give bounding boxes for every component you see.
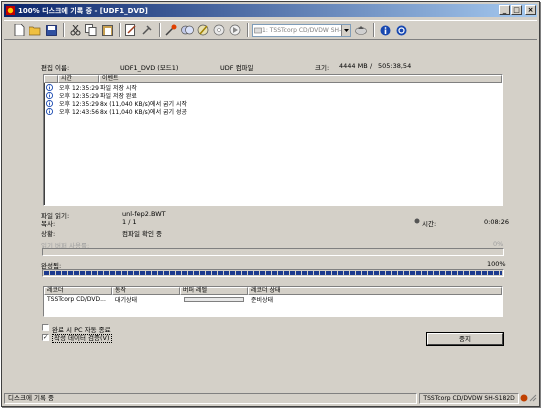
complete-percent: 100% <box>487 260 506 268</box>
title-bar[interactable]: 100% 디스크에 기록 중 - [UDF1_DVD] _ □ × <box>4 4 537 17</box>
close-button[interactable]: × <box>525 5 536 15</box>
size-label: 크기: <box>315 64 330 72</box>
edit-name-value: UDF1_DVD (모드1) <box>120 64 179 72</box>
drive-select[interactable]: 1: TSSTcorp CD/DVDW SH-S182D <box>252 23 351 37</box>
toolbar-separator <box>159 23 161 37</box>
shutdown-checkbox[interactable] <box>42 324 49 331</box>
recorder-header-recorder[interactable]: 레코더 <box>44 287 112 295</box>
event-log[interactable]: 시간 이벤트 오후 12:35:29 파일 저장 시작 오후 12:35:29 파일 … <box>43 74 503 206</box>
drive-select-value: 1: TSSTcorp CD/DVDW SH-S182D <box>262 26 341 34</box>
log-header-icon-col <box>44 75 58 83</box>
minimize-button[interactable]: _ <box>499 5 510 15</box>
disc-status-icon <box>520 394 528 402</box>
toolbar-separator <box>119 23 121 37</box>
log-row[interactable]: 오후 12:43:56 8x (11,040 KB/s)에서 굽기 성공 <box>44 107 502 116</box>
status-bar-message: 디스크에 기록 중 <box>4 392 418 404</box>
maximize-button[interactable]: □ <box>511 5 522 15</box>
recorder-table[interactable]: 레코더 동작 버퍼 레벨 레코더 상태 TSSTcorp CD/DVD... 대… <box>43 286 503 317</box>
toolbar-separator <box>247 23 249 37</box>
read-buffer-percent: 0% <box>493 240 504 248</box>
complete-progress-bar <box>42 269 504 277</box>
recorder-buffer-cell <box>180 296 248 302</box>
disc-icon[interactable] <box>212 23 226 37</box>
recorder-state: 준비상태 <box>251 296 274 304</box>
status-bar: 디스크에 기록 중 TSSTcorp CD/DVDW SH-S182D <box>4 392 537 404</box>
time-value: 0:08:26 <box>484 218 510 226</box>
window-title: 100% 디스크에 기록 중 - [UDF1_DVD] <box>18 6 148 15</box>
info-circle-icon <box>46 91 53 99</box>
info-circle-icon <box>46 107 53 115</box>
toolbar-separator <box>373 23 375 37</box>
burn-icon[interactable] <box>164 23 178 37</box>
cut-icon[interactable] <box>68 23 82 37</box>
paste-icon[interactable] <box>100 23 114 37</box>
log-rows: 오후 12:35:29 파일 저장 시작 오후 12:35:29 파일 저장 완료 오후… <box>44 83 502 116</box>
complete-progress-fill <box>44 271 502 275</box>
help-icon[interactable] <box>394 23 408 37</box>
size-total: 505:38,54 <box>378 62 412 70</box>
recorder-name: TSSTcorp CD/DVD... <box>47 295 106 303</box>
recorder-header-buffer[interactable]: 버퍼 레벨 <box>180 287 248 295</box>
copy-icon[interactable] <box>84 23 98 37</box>
recorder-header-state[interactable]: 레코더 상태 <box>248 287 502 295</box>
status-bar-drive: TSSTcorp CD/DVDW SH-S182D <box>419 392 520 404</box>
state-label: 상황: <box>41 230 56 238</box>
new-file-icon[interactable] <box>12 23 26 37</box>
verify-label[interactable]: 작성 데이터 검증(V) <box>52 334 112 343</box>
copy-disc-icon[interactable] <box>180 23 194 37</box>
chevron-down-icon[interactable] <box>341 24 350 36</box>
resize-grip-icon[interactable] <box>529 394 537 402</box>
stop-button[interactable]: 중지 <box>427 333 503 345</box>
disc-layout-icon[interactable] <box>124 23 138 37</box>
log-header-event[interactable]: 이벤트 <box>99 75 502 83</box>
recorder-action: 대기상태 <box>115 296 138 304</box>
read-buffer-bar <box>42 248 504 256</box>
info-circle-icon <box>46 83 53 91</box>
verify-checkbox[interactable]: ✓ <box>42 334 49 341</box>
app-icon <box>6 6 15 15</box>
edit-name-label: 편집 이름: <box>41 64 70 72</box>
size-value: 4444 MB <box>339 62 368 70</box>
state-value: 컴파일 확인 중 <box>122 230 163 238</box>
format-value: UDF 컴파일 <box>220 64 254 72</box>
time-label: 시간: <box>422 220 437 228</box>
toolbar-separator <box>63 23 65 37</box>
reading-value: unl-fep2.BWT <box>122 210 166 218</box>
copy-label: 복사: <box>41 220 56 228</box>
open-folder-icon[interactable] <box>28 23 42 37</box>
erase-icon[interactable] <box>196 23 210 37</box>
toolbar: 1: TSSTcorp CD/DVDW SH-S182D <box>4 20 537 40</box>
recorder-buffer-bar <box>184 296 244 302</box>
recorder-row[interactable]: TSSTcorp CD/DVD... 대기상태 준비상태 <box>44 295 502 304</box>
save-icon[interactable] <box>44 23 58 37</box>
clock-icon <box>414 218 420 224</box>
shutdown-label[interactable]: 완료 시 PC 자동 종료 <box>52 324 111 334</box>
eject-icon[interactable] <box>354 23 368 37</box>
tools-icon[interactable] <box>140 23 154 37</box>
info-icon[interactable] <box>378 23 392 37</box>
copy-value: 1 / 1 <box>122 218 137 226</box>
size-separator: / <box>370 62 373 70</box>
log-time: 오후 12:43:56 <box>59 108 99 116</box>
play-icon[interactable] <box>228 23 242 37</box>
log-event: 8x (11,040 KB/s)에서 굽기 성공 <box>100 108 187 116</box>
drive-icon <box>254 27 262 33</box>
info-circle-icon <box>46 99 53 107</box>
main-window: 100% 디스크에 기록 중 - [UDF1_DVD] _ □ × 1: TSS… <box>1 1 540 407</box>
